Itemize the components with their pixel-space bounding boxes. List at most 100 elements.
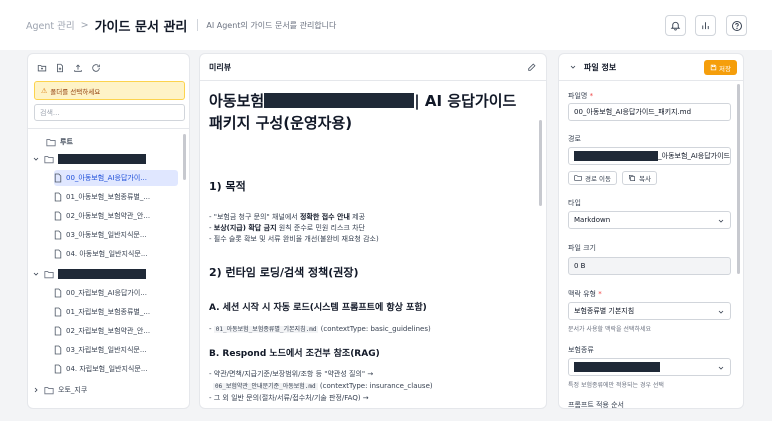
save-label: 저장 (719, 64, 731, 73)
tree-toolbar (34, 60, 103, 75)
tree-file[interactable]: 02_아동보험_보험약관_안... (54, 208, 178, 224)
tree-file-label: 04. 아동보험_일반지식문... (66, 250, 148, 258)
type-label: 타입 (568, 199, 581, 207)
new-file-button[interactable] (52, 60, 67, 75)
section1-bullet: - 보상(지급) 확답 금지 원칙 준수로 민원 리스크 차단 (209, 223, 365, 233)
new-folder-button[interactable] (34, 60, 49, 75)
doc-title-line2: 패키지 구성(운영자용) (209, 114, 353, 132)
file-icon (54, 326, 62, 336)
path-input[interactable]: _아동보험_AI응답가이드 (568, 147, 731, 165)
refresh-icon (91, 63, 100, 72)
redacted-folder-name (58, 154, 146, 164)
tree-root[interactable]: 루트 (46, 134, 183, 150)
folder-icon (44, 270, 54, 279)
tree-folder-3[interactable]: 오토_지쿠 (32, 382, 177, 398)
preview-title: 미리뷰 (209, 62, 232, 72)
bullet-text: (contextType: insurance_clause) (317, 382, 433, 390)
redacted-insurance-value (574, 362, 660, 372)
title-divider (197, 19, 199, 31)
tree-file-label: 00_자립보험_AI응답가이... (66, 289, 147, 297)
tree-file[interactable]: 01_아동보험_보험종류별_... (54, 189, 178, 205)
chevron-down-icon (32, 155, 40, 163)
preview-header: 미리뷰 (200, 54, 546, 81)
file-info-title: 파일 정보 (584, 62, 617, 72)
tree-file[interactable]: 04. 아동보험_일반지식문... (54, 246, 178, 262)
save-icon (710, 64, 717, 71)
tree-file[interactable]: 02_자립보험_보험약관_안... (54, 323, 178, 339)
context-hint: 문서가 사용할 맥락을 선택하세요 (568, 326, 652, 333)
tree-file[interactable]: 03_자립보험_일반지식문... (54, 342, 178, 358)
tree-file[interactable]: 04. 자립보험_일반지식문... (54, 361, 178, 377)
size-value: 0 B (574, 262, 586, 270)
upload-button[interactable] (70, 60, 85, 75)
move-path-label: 경로 이동 (585, 175, 611, 183)
type-select[interactable]: Markdown (568, 211, 731, 229)
file-icon (54, 345, 62, 355)
insurance-type-select[interactable] (568, 358, 731, 376)
doc-title: 아동보험 | AI 응답가이드 (209, 90, 529, 112)
filename-value: 00_아동보험_AI응답가이드_패키지.md (574, 108, 692, 116)
redacted-path-part (574, 151, 659, 161)
tree-folder-1[interactable] (32, 151, 177, 167)
file-icon (54, 249, 62, 259)
refresh-button[interactable] (88, 60, 103, 75)
path-label: 경로 (568, 135, 581, 143)
section1-bullet: - "보험금 청구 문의" 채널에서 정확한 접수 안내 제공 (209, 212, 365, 222)
tree-folder-2[interactable] (32, 266, 177, 282)
copy-button[interactable]: 복사 (622, 171, 657, 185)
preview-panel: 미리뷰 아동보험 | AI 응답가이드 패키지 구성(운영자용) 1) 목적 - … (199, 53, 547, 409)
tree-file[interactable]: 00_아동보험_AI응답가이... (54, 170, 178, 186)
tree-file-label: 02_자립보험_보험약관_안... (66, 327, 151, 335)
tree-file[interactable]: 00_자립보험_AI응답가이... (54, 285, 178, 301)
help-button[interactable] (726, 15, 747, 36)
file-icon (54, 364, 62, 374)
subsection-a-heading: A. 세션 시작 시 자동 로드(시스템 프롬프트에 항상 포함) (209, 303, 427, 313)
context-type-select[interactable]: 보험종류별 기본지침 (568, 302, 731, 320)
tree-file-label: 01_자립보험_보험종류별_... (66, 308, 151, 316)
save-button[interactable]: 저장 (704, 60, 737, 75)
bullet-text: 제공 (349, 213, 366, 221)
app-header: Agent 관리 > 가이드 문서 관리 AI Agent의 가이드 문서를 관… (0, 0, 772, 50)
priority-label: 프롬프트 적용 순서 (568, 401, 624, 409)
folder-icon (44, 155, 54, 164)
page-title: 가이드 문서 관리 (94, 19, 188, 35)
folder-warning-banner: ⚠ 폴더를 선택하세요 (34, 81, 185, 100)
upload-icon (73, 63, 82, 72)
tree-file-label: 03_자립보험_일반지식문... (66, 346, 147, 354)
copy-icon (629, 175, 635, 181)
notification-button[interactable] (665, 15, 686, 36)
tree-search-input[interactable] (34, 104, 185, 121)
bullet-text: - "보험금 청구 문의" 채널에서 (209, 213, 300, 221)
stats-button[interactable] (695, 15, 716, 36)
tree-file-label: 01_아동보험_보험종류별_... (66, 193, 151, 201)
subsection-b-bullet: 06_보험약관_안내문기준_아동보험.md (contextType: insu… (213, 381, 433, 390)
file-icon (54, 307, 62, 317)
filename-input[interactable]: 00_아동보험_AI응답가이드_패키지.md (568, 103, 731, 121)
subsection-b-bullet: - 약관/면책/지급기준/보장범위/조항 등 "약관성 질의" → (209, 370, 374, 378)
tree-file-label: 03_아동보험_일반지식문... (66, 231, 147, 239)
edit-button[interactable] (525, 60, 539, 74)
preview-scrollbar[interactable] (539, 120, 542, 206)
file-tree: 루트 00_아동보험_AI응답가이... 01_아동보험_보험종류별_... 0… (28, 132, 183, 408)
file-plus-icon (56, 63, 63, 72)
chevron-down-icon (570, 65, 576, 69)
file-icon (54, 173, 62, 183)
size-label: 파일 크기 (568, 244, 596, 252)
folder-icon (44, 386, 54, 395)
filename-label: 파일명 * (568, 91, 593, 101)
section1-bullet: - 필수 슬롯 확보 및 서류 완비율 개선(불완비 재요청 감소) (209, 235, 379, 243)
warning-icon: ⚠ (41, 86, 48, 95)
path-value: _아동보험_AI응답가이드 (658, 152, 730, 160)
redacted-folder-name (58, 269, 146, 279)
file-info-scrollbar[interactable] (737, 84, 740, 274)
tree-scrollbar[interactable] (183, 134, 186, 180)
tree-file[interactable]: 03_아동보험_일반지식문... (54, 227, 178, 243)
chevron-right-icon (32, 386, 40, 394)
tree-file[interactable]: 01_자립보험_보험종류별_... (54, 304, 178, 320)
warning-text: 폴더를 선택하세요 (50, 87, 101, 96)
document-content: 아동보험 | AI 응답가이드 패키지 구성(운영자용) 1) 목적 - "보험금… (209, 90, 529, 408)
move-path-button[interactable]: 경로 이동 (568, 171, 617, 185)
redacted-title-part (264, 93, 415, 108)
breadcrumb-separator: > (80, 19, 89, 31)
breadcrumb-parent[interactable]: Agent 관리 (26, 18, 75, 32)
